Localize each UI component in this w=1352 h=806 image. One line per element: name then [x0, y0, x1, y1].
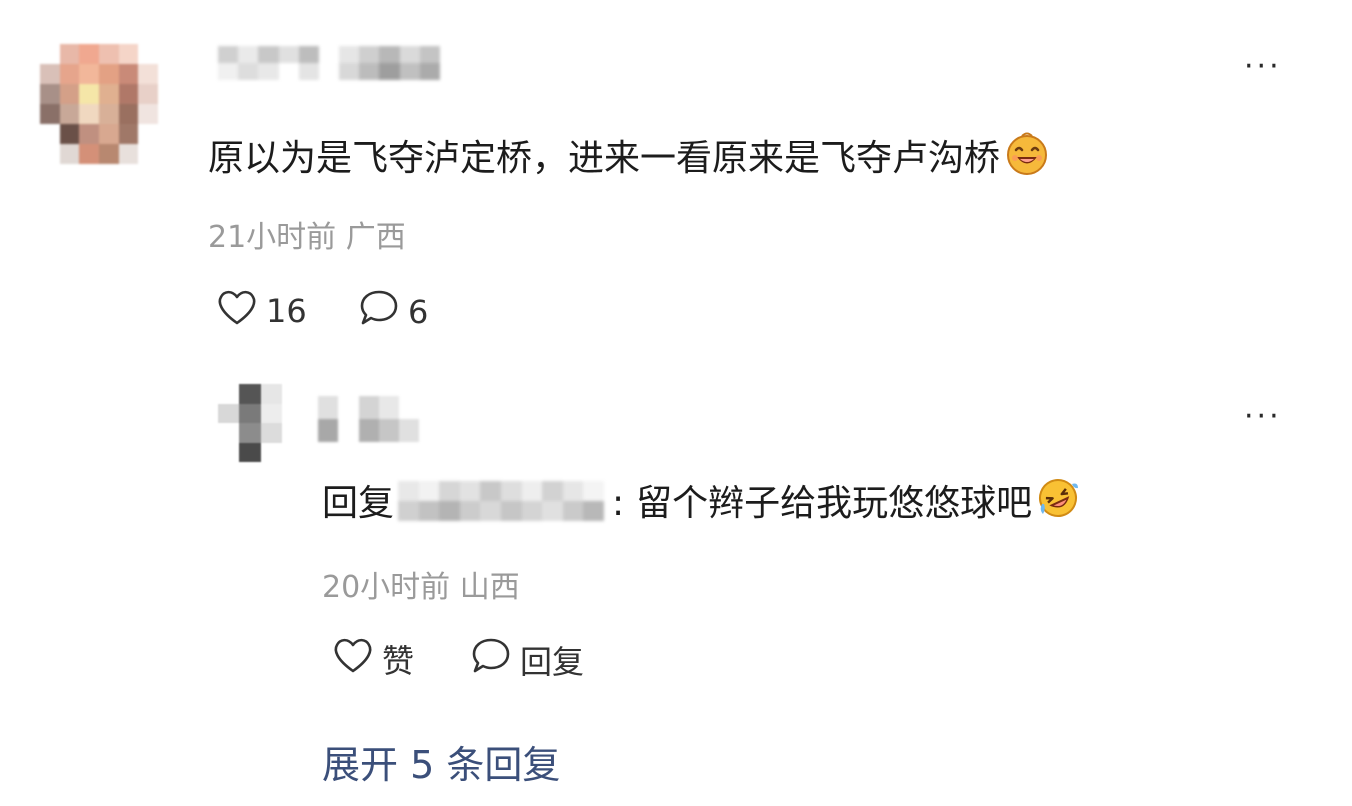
comment-body: 原以为是飞夺泸定桥，进来一看原来是飞夺卢沟桥 — [208, 130, 1050, 188]
reply-reply-button[interactable]: 回复 — [470, 636, 584, 684]
heart-icon — [216, 288, 266, 334]
comment-time: 21小时前 — [208, 220, 337, 255]
comment-meta: 21小时前 广西 — [208, 212, 406, 256]
reply-time: 20小时前 — [322, 570, 451, 605]
reply-separator: : — [612, 483, 625, 524]
reply-body: 回复 : 留个辫子给我玩悠悠球吧 — [322, 476, 1080, 532]
comment-more-button[interactable]: ··· — [1244, 52, 1282, 82]
reply-like-label: 赞 — [382, 642, 415, 680]
reply-target-username[interactable] — [398, 481, 605, 521]
reply-prefix: 回复 — [322, 483, 395, 524]
commenter-avatar[interactable] — [40, 44, 158, 164]
reply-reply-label: 回复 — [520, 643, 585, 681]
commenter-username[interactable] — [218, 46, 440, 80]
comment-reply-button[interactable]: 6 — [358, 288, 428, 336]
speech-bubble-icon — [470, 636, 520, 684]
laughing-face-emoji-icon — [1004, 130, 1050, 188]
reply-like-button[interactable]: 赞 — [332, 636, 414, 682]
comment-location: 广西 — [345, 220, 406, 255]
reply-more-button[interactable]: ··· — [1244, 402, 1282, 432]
reply-location: 山西 — [459, 570, 520, 605]
rolling-laughing-emoji-icon — [1036, 476, 1080, 532]
speech-bubble-icon — [358, 288, 408, 336]
replier-username[interactable] — [318, 396, 460, 442]
heart-icon — [332, 636, 382, 682]
comment-like-count: 16 — [266, 292, 307, 330]
reply-text: 留个辫子给我玩悠悠球吧 — [636, 483, 1033, 524]
comment-text: 原以为是飞夺泸定桥，进来一看原来是飞夺卢沟桥 — [208, 138, 1001, 179]
comment-like-button[interactable]: 16 — [216, 288, 307, 334]
replier-avatar[interactable] — [218, 384, 282, 462]
expand-replies-link[interactable]: 展开 5 条回复 — [322, 734, 560, 789]
comment-reply-count: 6 — [408, 293, 429, 331]
reply-meta: 20小时前 山西 — [322, 562, 520, 606]
